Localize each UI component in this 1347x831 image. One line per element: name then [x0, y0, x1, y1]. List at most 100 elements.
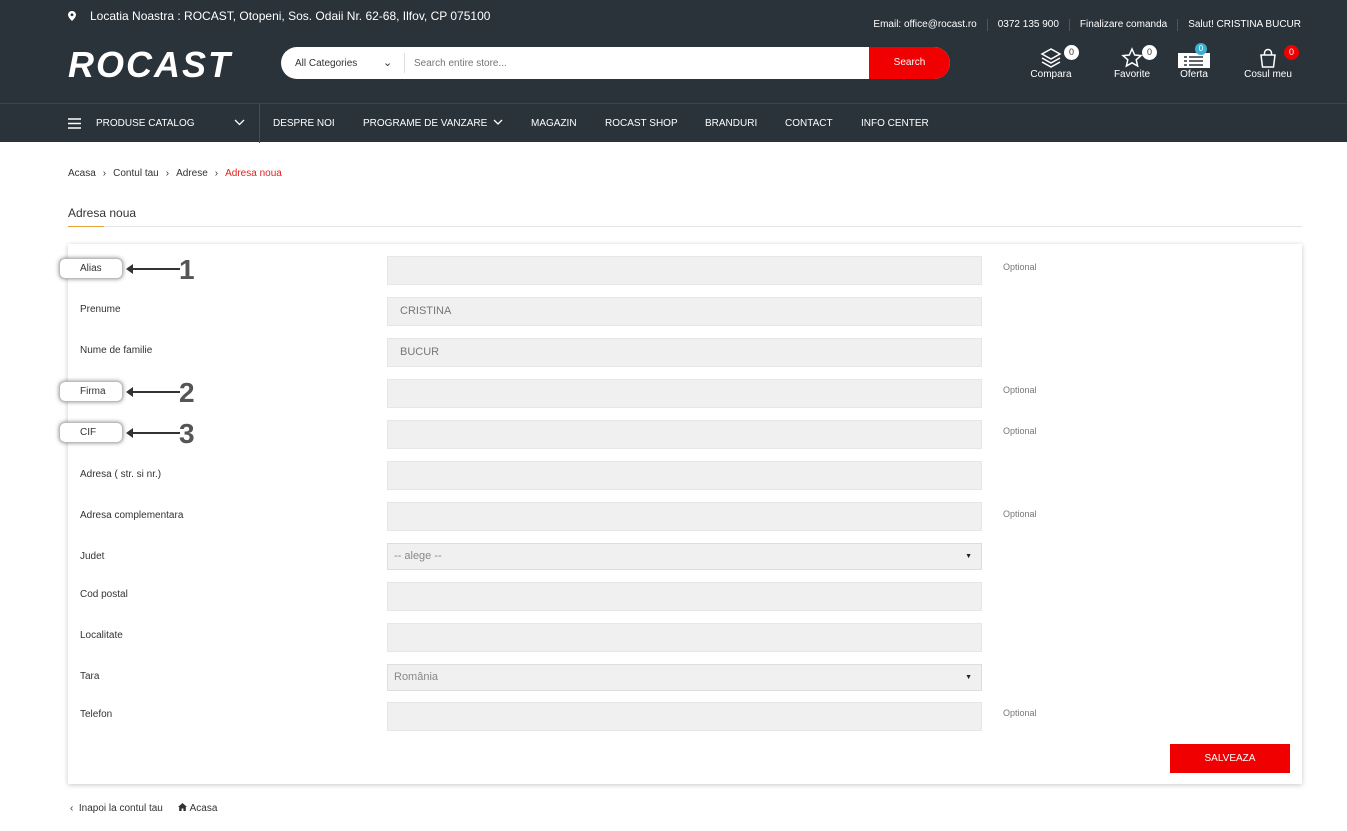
back-link[interactable]: ‹ Inapoi la contul tau	[70, 803, 163, 814]
home-link[interactable]: Acasa	[177, 803, 218, 814]
address2-input[interactable]	[387, 502, 982, 531]
nav-catalog[interactable]: PRODUSE CATALOG	[96, 118, 195, 129]
back-link-label: Inapoi la contul tau	[78, 803, 163, 814]
nav-rocast-shop[interactable]: ROCAST SHOP	[605, 118, 678, 129]
page-title: Adresa noua	[68, 206, 137, 220]
cart-button[interactable]: 0 Cosul meu	[1242, 45, 1299, 80]
annotation-number-1: 1	[179, 254, 195, 285]
chevron-left-icon: ‹	[70, 803, 74, 814]
annotation-arrow	[126, 387, 180, 397]
annotation-number-2: 2	[179, 377, 195, 408]
caret-down-icon: ▼	[965, 674, 972, 681]
firstname-label: Prenume	[80, 304, 121, 315]
alias-optional: Optional	[1003, 262, 1037, 272]
cart-count: 0	[1284, 45, 1299, 60]
company-input[interactable]	[387, 379, 982, 408]
annotation-number-3: 3	[179, 418, 195, 449]
chevron-down-icon[interactable]	[493, 119, 503, 126]
address-label: Adresa ( str. si nr.)	[80, 469, 162, 480]
breadcrumb-adrese[interactable]: Adrese	[176, 168, 208, 179]
home-icon	[177, 803, 187, 811]
cif-optional: Optional	[1003, 426, 1037, 436]
layers-icon	[1040, 48, 1062, 68]
county-value: -- alege --	[394, 550, 442, 562]
checkout-link[interactable]: Finalizare comanda	[1070, 19, 1179, 31]
caret-down-icon: ▼	[965, 553, 972, 560]
compare-label: Compara	[1030, 69, 1072, 80]
search-input[interactable]	[414, 47, 864, 79]
nav-magazin[interactable]: MAGAZIN	[531, 118, 577, 129]
address2-optional: Optional	[1003, 509, 1037, 519]
phone-label: Telefon	[80, 709, 113, 720]
phone-optional: Optional	[1003, 708, 1037, 718]
annotation-arrow	[126, 428, 180, 438]
nav-programe-vanzare[interactable]: PROGRAME DE VANZARE	[363, 118, 487, 129]
offer-label: Oferta	[1180, 69, 1208, 80]
cif-input[interactable]	[387, 420, 982, 449]
offer-count: 0	[1195, 43, 1207, 55]
county-label: Judet	[80, 551, 105, 562]
address-input[interactable]	[387, 461, 982, 490]
bag-icon	[1260, 48, 1276, 68]
city-label: Localitate	[80, 630, 123, 641]
country-label: Tara	[80, 671, 100, 682]
save-button[interactable]: SALVEAZA	[1170, 744, 1290, 773]
favorites-count: 0	[1142, 45, 1157, 60]
postcode-input[interactable]	[387, 582, 982, 611]
favorites-label: Favorite	[1113, 69, 1151, 80]
header: ROCAST All Categories ⌄ Search 0 Compara…	[0, 33, 1347, 103]
title-underline	[68, 226, 1302, 227]
category-select[interactable]: All Categories	[295, 58, 357, 69]
breadcrumb-contul-tau[interactable]: Contul tau	[113, 168, 159, 179]
compare-count: 0	[1064, 45, 1079, 60]
chevron-right-icon: ›	[102, 168, 107, 179]
alias-input[interactable]	[387, 256, 982, 285]
cif-label: CIF	[59, 422, 123, 443]
country-select[interactable]: România ▼	[387, 664, 982, 691]
postcode-label: Cod postal	[80, 589, 128, 600]
company-label: Firma	[59, 381, 123, 402]
breadcrumb-current: Adresa noua	[225, 168, 282, 179]
annotation-arrow	[126, 264, 180, 274]
nav-despre-noi[interactable]: DESPRE NOI	[273, 118, 335, 129]
chevron-down-icon[interactable]: ⌄	[383, 56, 392, 69]
country-value: România	[394, 671, 439, 683]
home-link-label: Acasa	[189, 803, 218, 814]
nav-contact[interactable]: CONTACT	[785, 118, 833, 129]
footer-links: ‹ Inapoi la contul tau Acasa	[70, 803, 217, 814]
chevron-right-icon: ›	[214, 168, 219, 179]
nav-info-center[interactable]: INFO CENTER	[861, 118, 929, 129]
star-icon	[1121, 47, 1143, 68]
phone-input[interactable]	[387, 702, 982, 731]
breadcrumb: Acasa › Contul tau › Adrese › Adresa nou…	[68, 168, 282, 179]
email-link[interactable]: Email: office@rocast.ro	[863, 19, 988, 31]
company-optional: Optional	[1003, 385, 1037, 395]
favorites-button[interactable]: 0 Favorite	[1112, 45, 1157, 80]
offer-button[interactable]: 0 Oferta	[1176, 43, 1212, 80]
breadcrumb-acasa[interactable]: Acasa	[68, 168, 96, 179]
nav-branduri[interactable]: BRANDURI	[705, 118, 757, 129]
lastname-label: Nume de familie	[80, 345, 153, 356]
main-nav: PRODUSE CATALOG DESPRE NOI PROGRAME DE V…	[0, 103, 1347, 143]
top-bar: Locatia Noastra : ROCAST, Otopeni, Sos. …	[0, 0, 1347, 33]
chevron-down-icon[interactable]	[234, 119, 245, 126]
compare-button[interactable]: 0 Compara	[1028, 45, 1079, 80]
search-button[interactable]: Search	[869, 47, 950, 79]
firstname-input[interactable]: CRISTINA	[387, 297, 982, 326]
location-text: Locatia Noastra : ROCAST, Otopeni, Sos. …	[90, 9, 491, 23]
logo[interactable]: ROCAST	[68, 47, 232, 83]
lastname-input[interactable]: BUCUR	[387, 338, 982, 367]
phone-link[interactable]: 0372 135 900	[988, 19, 1070, 31]
location-info: Locatia Noastra : ROCAST, Otopeni, Sos. …	[68, 9, 490, 23]
nav-divider	[259, 104, 260, 143]
county-select[interactable]: -- alege -- ▼	[387, 543, 982, 570]
cart-label: Cosul meu	[1244, 69, 1292, 80]
search-divider	[404, 53, 405, 73]
alias-label: Alias	[59, 258, 123, 279]
address2-label: Adresa complementara	[80, 510, 184, 521]
greeting-link[interactable]: Salut! CRISTINA BUCUR	[1178, 19, 1301, 31]
hamburger-icon[interactable]	[68, 118, 81, 129]
location-pin-icon	[68, 11, 76, 21]
search-bar: All Categories ⌄ Search	[281, 47, 950, 79]
city-input[interactable]	[387, 623, 982, 652]
